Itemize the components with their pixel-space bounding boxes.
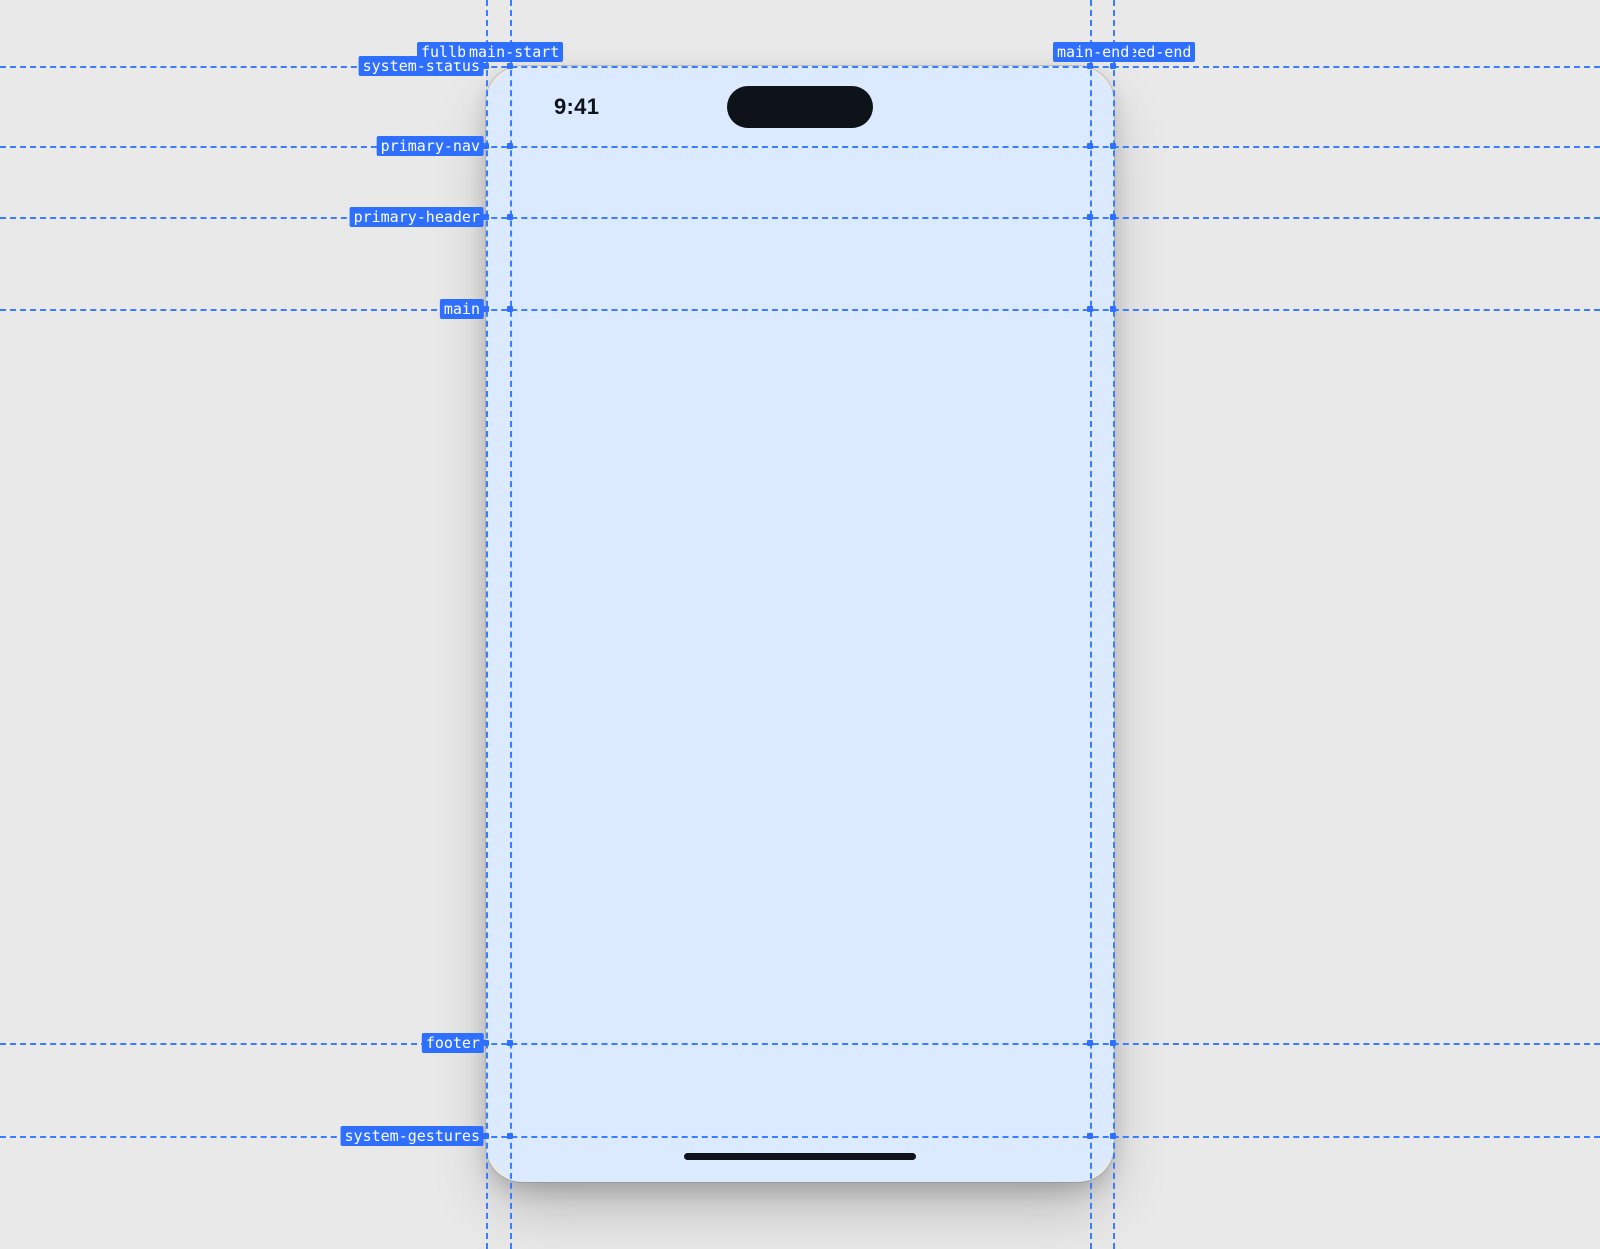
guide-label-primary-nav: primary-nav [377, 136, 484, 156]
guide-label-main: main [440, 299, 484, 319]
intersection-dot [1087, 1133, 1093, 1139]
corner-notch-bl [486, 1156, 512, 1182]
h-right-system-status-dot [481, 63, 487, 69]
intersection-dot [1087, 143, 1093, 149]
intersection-dot [507, 1133, 513, 1139]
corner-notch-tl [486, 66, 512, 92]
guide-label-primary-header: primary-header [350, 207, 484, 227]
intersection-dot [1087, 306, 1093, 312]
intersection-dot [1110, 306, 1116, 312]
intersection-dot [1087, 63, 1093, 69]
home-indicator [684, 1153, 916, 1160]
intersection-dot [507, 143, 513, 149]
h-right-main-dot [481, 306, 487, 312]
h-right-primary-header-dot [481, 214, 487, 220]
h-right-footer-dot [481, 1040, 487, 1046]
intersection-dot [1110, 1040, 1116, 1046]
intersection-dot [507, 214, 513, 220]
corner-notch-tr [1088, 66, 1114, 92]
intersection-dot [507, 63, 513, 69]
guide-label-footer: footer [422, 1033, 484, 1053]
intersection-dot [1110, 143, 1116, 149]
intersection-dot [507, 1040, 513, 1046]
corner-notch-br [1088, 1156, 1114, 1182]
h-right-primary-nav-dot [481, 143, 487, 149]
dynamic-island [727, 86, 873, 128]
status-time: 9:41 [554, 94, 599, 120]
guide-label-main-end: main-end [1053, 42, 1133, 62]
intersection-dot [507, 306, 513, 312]
intersection-dot [1110, 63, 1116, 69]
phone-screen: 9:41 [486, 66, 1114, 1182]
guide-label-system-gestures: system-gestures [341, 1126, 484, 1146]
phone-frame: 9:41 [486, 66, 1114, 1182]
intersection-dot [1110, 1133, 1116, 1139]
intersection-dot [1087, 1040, 1093, 1046]
intersection-dot [1110, 214, 1116, 220]
h-right-system-gestures-dot [481, 1133, 487, 1139]
guide-label-main-start: main-start [465, 42, 563, 62]
intersection-dot [1087, 214, 1093, 220]
